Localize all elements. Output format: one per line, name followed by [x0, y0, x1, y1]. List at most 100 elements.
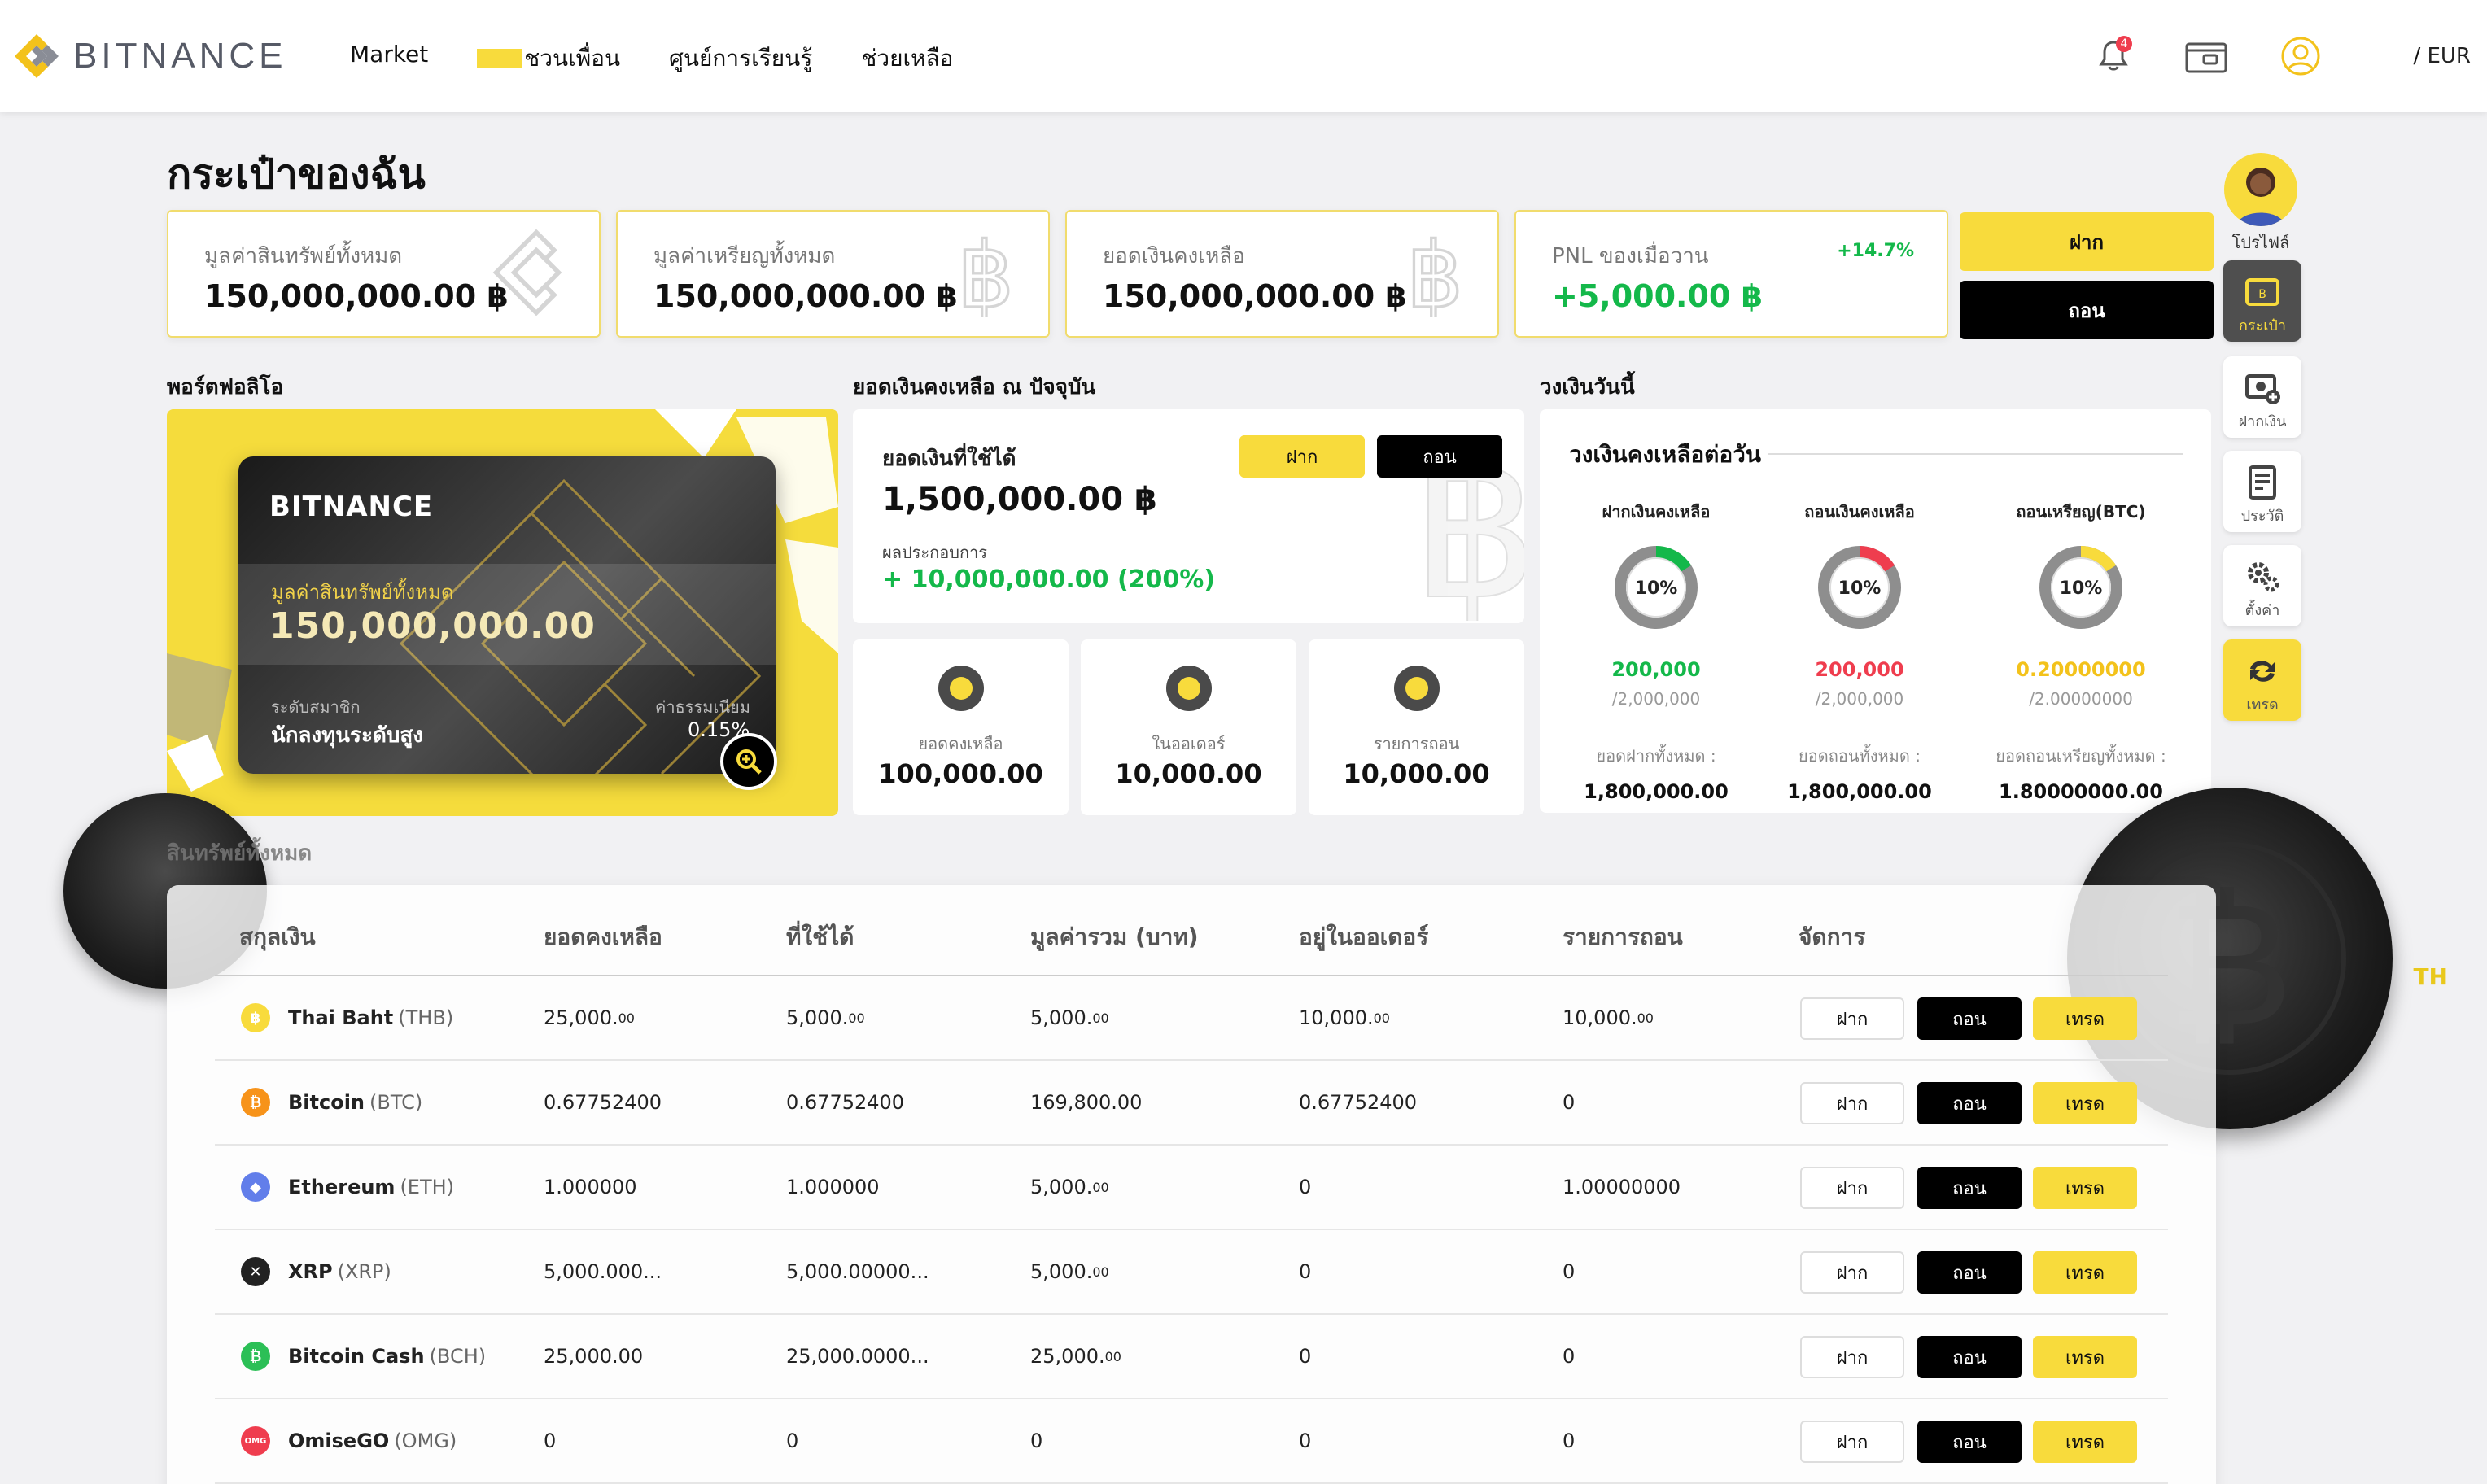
donut-chart: 10%	[2039, 546, 2122, 629]
row-deposit-button[interactable]: ฝาก	[1800, 1082, 1904, 1124]
row-deposit-button[interactable]: ฝาก	[1800, 1251, 1904, 1294]
coin-icon: ₿	[241, 1088, 270, 1117]
deposit-button[interactable]: ฝาก	[1960, 212, 2214, 271]
donut-chart: 10%	[1818, 546, 1901, 629]
sidebar-item-history[interactable]: ประวัติ	[2223, 451, 2301, 532]
cell-withdraw: 0	[1563, 1230, 1575, 1313]
row-withdraw-button[interactable]: ถอน	[1917, 1251, 2022, 1294]
nav-learn[interactable]: ศูนย์การเรียนรู้	[669, 41, 812, 76]
cell-available: 0	[786, 1399, 798, 1482]
portfolio-title: พอร์ตฟอลิโอ	[167, 375, 284, 399]
row-withdraw-button[interactable]: ถอน	[1917, 1336, 2022, 1378]
language-currency-switch[interactable]: TH / EUR	[2413, 44, 2471, 990]
sidebar-label: ตั้งค่า	[2244, 602, 2280, 619]
row-trade-button[interactable]: เทรด	[2033, 1251, 2137, 1294]
cell-available-value: 0	[786, 1429, 799, 1452]
mini-stat-value: 10,000.00	[1115, 758, 1262, 789]
cell-withdraw: 0	[1563, 1399, 1575, 1482]
pnl-percent: +14.7%	[1837, 241, 1914, 261]
balance-deposit-button[interactable]: ฝาก	[1239, 435, 1365, 478]
baht-watermark-icon: ฿	[955, 228, 1015, 317]
col-header-withdrawals: รายการถอน	[1563, 923, 1683, 950]
currency-name: OmiseGO	[288, 1429, 390, 1452]
sidebar-item-settings[interactable]: ตั้งค่า	[2223, 545, 2301, 626]
table-row: ◆ Ethereum (ETH) 1.000000 1.000000 5,000. 00 0 1…	[215, 1146, 2168, 1230]
cell-withdraw-decimals: 00	[1637, 1010, 1654, 1026]
cell-total-decimals: 00	[1092, 1179, 1109, 1195]
nav-invite-label: ชวนเพื่อน	[524, 45, 621, 72]
daily-col-total-label: ยอดถอนเหรียญทั้งหมด :	[1995, 746, 2166, 766]
donut-label: 10%	[1635, 578, 1678, 599]
currency-eur[interactable]: EUR	[2427, 44, 2471, 68]
brand-logo[interactable]: BITNANCE	[11, 31, 286, 81]
row-withdraw-button[interactable]: ถอน	[1917, 1167, 2022, 1209]
withdraw-button[interactable]: ถอน	[1960, 281, 2214, 339]
daily-col-limit: /2.00000000	[2029, 689, 2133, 709]
balance-withdraw-button[interactable]: ถอน	[1377, 435, 1502, 478]
cell-balance-value: 1.000000	[544, 1176, 637, 1198]
zoom-button[interactable]	[720, 733, 777, 790]
row-withdraw-button[interactable]: ถอน	[1917, 1082, 2022, 1124]
summary-card-balance: ยอดเงินคงเหลือ 150,000,000.00 ฿ ฿	[1065, 210, 1499, 338]
cell-balance: 1.000000	[544, 1146, 637, 1229]
bitnance-watermark-icon	[492, 229, 562, 316]
cell-order-value: 10,000.	[1299, 1006, 1374, 1029]
wallet-header-button[interactable]	[2181, 31, 2231, 81]
cell-total-value: 169,800.00	[1030, 1091, 1143, 1114]
currency-name: Thai Baht	[288, 1006, 394, 1029]
svg-text:B: B	[2258, 288, 2266, 301]
cell-order-value: 0.67752400	[1299, 1091, 1418, 1114]
balance-title: ยอดเงินคงเหลือ ณ ปัจจุบัน	[853, 375, 1096, 399]
row-trade-button[interactable]: เทรด	[2033, 1082, 2137, 1124]
cell-withdraw-value: 1.00000000	[1563, 1176, 1681, 1198]
cell-balance-value: 5,000.000...	[544, 1260, 662, 1283]
summary-label: PNL ของเมื่อวาน	[1552, 244, 1709, 268]
sidebar-label: กระเป๋า	[2239, 317, 2286, 334]
row-trade-button[interactable]: เทรด	[2033, 1336, 2137, 1378]
nav-invite[interactable]: ชวนเพื่อน	[477, 41, 620, 76]
row-trade-button[interactable]: เทรด	[2033, 1421, 2137, 1463]
row-withdraw-button[interactable]: ถอน	[1917, 997, 2022, 1040]
currency-cell: ₿ Bitcoin Cash (BCH)	[241, 1315, 486, 1398]
nav-market[interactable]: Market	[350, 41, 428, 76]
cell-balance-value: 25,000.00	[544, 1345, 644, 1368]
row-deposit-button[interactable]: ฝาก	[1800, 997, 1904, 1040]
cell-order-value: 0	[1299, 1176, 1312, 1198]
coin-icon: ◆	[241, 1172, 270, 1202]
sidebar-item-wallet[interactable]: B กระเป๋า	[2223, 260, 2301, 342]
sidebar-item-deposit[interactable]: ฝากเงิน	[2223, 356, 2301, 438]
cell-withdraw-value: 0	[1563, 1091, 1576, 1114]
portfolio-card: BITNANCE มูลค่าสินทรัพย์ทั้งหมด 150,000,…	[238, 456, 776, 774]
table-row: ✕ XRP (XRP) 5,000.000... 5,000.00000... 5,000…	[215, 1230, 2168, 1315]
row-deposit-button[interactable]: ฝาก	[1800, 1336, 1904, 1378]
row-deposit-button[interactable]: ฝาก	[1800, 1167, 1904, 1209]
performance-value: + 10,000,000.00 (200%)	[882, 565, 1216, 594]
row-trade-button[interactable]: เทรด	[2033, 1167, 2137, 1209]
row-trade-button[interactable]: เทรด	[2033, 997, 2137, 1040]
cell-order: 10,000. 00	[1299, 976, 1390, 1059]
cell-balance-value: 25,000.	[544, 1006, 618, 1029]
row-deposit-button[interactable]: ฝาก	[1800, 1421, 1904, 1463]
row-withdraw-button[interactable]: ถอน	[1917, 1421, 2022, 1463]
user-account-button[interactable]	[2275, 31, 2326, 81]
cell-withdraw: 0	[1563, 1315, 1575, 1398]
lang-th[interactable]: TH	[2413, 963, 2448, 990]
notification-badge: 4	[2116, 36, 2132, 52]
cell-total: 5,000. 00	[1030, 1230, 1109, 1313]
coin-icon: ✕	[241, 1257, 270, 1286]
sidebar-item-trade[interactable]: เทรด	[2223, 639, 2301, 721]
daily-col-value: 0.20000000	[2016, 658, 2146, 681]
card-total-value: 150,000,000.00	[269, 605, 596, 647]
cell-withdraw-value: 0	[1563, 1260, 1576, 1283]
mini-stat-balance: ยอดคงเหลือ 100,000.00	[853, 639, 1069, 815]
currency-symbol: (ETH)	[400, 1176, 455, 1198]
summary-value: 150,000,000.00 ฿	[1103, 278, 1407, 314]
currency-cell: ◆ Ethereum (ETH)	[241, 1146, 454, 1229]
currency-symbol: (XRP)	[337, 1260, 391, 1283]
cell-total-decimals: 00	[1104, 1348, 1121, 1364]
notification-button[interactable]: 4	[2088, 31, 2139, 81]
nav-help[interactable]: ช่วยเหลือ	[861, 41, 953, 76]
sidebar-profile[interactable]: โปรไฟล์	[2220, 153, 2301, 252]
wallet-icon	[2185, 42, 2227, 73]
card-brand: BITNANCE	[269, 491, 434, 523]
